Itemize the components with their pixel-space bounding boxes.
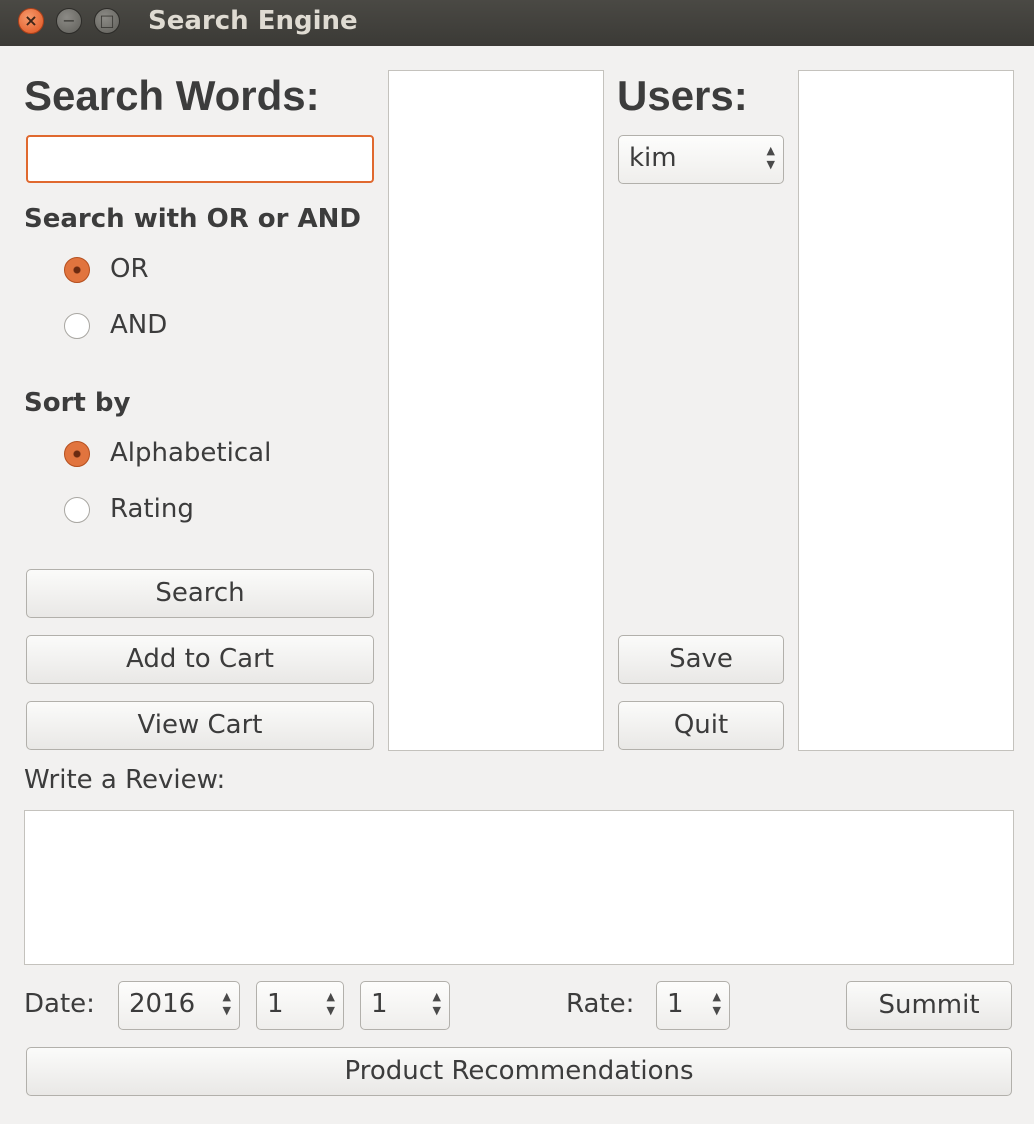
review-label: Write a Review: bbox=[24, 765, 226, 795]
radio-rating[interactable] bbox=[64, 497, 90, 523]
submit-button[interactable]: Summit bbox=[846, 981, 1012, 1030]
rate-value: 1 bbox=[667, 989, 684, 1019]
year-value: 2016 bbox=[129, 989, 196, 1019]
review-textarea[interactable] bbox=[24, 810, 1014, 965]
radio-or[interactable] bbox=[64, 257, 90, 283]
radio-alphabetical[interactable] bbox=[64, 441, 90, 467]
radio-and-label[interactable]: AND bbox=[110, 310, 167, 340]
app-window: × − □ Search Engine Search Words: Search… bbox=[0, 0, 1034, 1124]
results-listbox[interactable] bbox=[388, 70, 604, 751]
day-value: 1 bbox=[371, 989, 388, 1019]
product-recommendations-button[interactable]: Product Recommendations bbox=[26, 1047, 1012, 1096]
search-words-heading: Search Words: bbox=[24, 72, 320, 119]
spin-arrows-icon[interactable]: ▲ ▼ bbox=[433, 990, 441, 1018]
radio-and[interactable] bbox=[64, 313, 90, 339]
day-spinbox[interactable]: 1 ▲ ▼ bbox=[360, 981, 450, 1030]
save-button[interactable]: Save bbox=[618, 635, 784, 684]
sort-by-label: Sort by bbox=[24, 388, 131, 418]
spin-arrows-icon[interactable]: ▲ ▼ bbox=[327, 990, 335, 1018]
radio-rating-label[interactable]: Rating bbox=[110, 494, 194, 524]
users-heading: Users: bbox=[617, 72, 748, 119]
user-selector-value: kim bbox=[629, 143, 677, 173]
rate-spinbox[interactable]: 1 ▲ ▼ bbox=[656, 981, 730, 1030]
search-button[interactable]: Search bbox=[26, 569, 374, 618]
month-value: 1 bbox=[267, 989, 284, 1019]
minimize-icon[interactable]: − bbox=[56, 8, 82, 34]
search-input[interactable] bbox=[26, 135, 374, 183]
add-to-cart-button[interactable]: Add to Cart bbox=[26, 635, 374, 684]
date-label: Date: bbox=[24, 989, 95, 1019]
cart-listbox[interactable] bbox=[798, 70, 1014, 751]
maximize-icon[interactable]: □ bbox=[94, 8, 120, 34]
spin-arrows-icon[interactable]: ▲ ▼ bbox=[713, 990, 721, 1018]
quit-button[interactable]: Quit bbox=[618, 701, 784, 750]
view-cart-button[interactable]: View Cart bbox=[26, 701, 374, 750]
year-spinbox[interactable]: 2016 ▲ ▼ bbox=[118, 981, 240, 1030]
title-bar[interactable]: × − □ Search Engine bbox=[0, 0, 1034, 46]
month-spinbox[interactable]: 1 ▲ ▼ bbox=[256, 981, 344, 1030]
rate-label: Rate: bbox=[566, 989, 635, 1019]
user-selector[interactable]: kim ▲ ▼ bbox=[618, 135, 784, 184]
radio-alphabetical-label[interactable]: Alphabetical bbox=[110, 438, 271, 468]
window-title: Search Engine bbox=[148, 6, 358, 36]
radio-or-label[interactable]: OR bbox=[110, 254, 149, 284]
main-panel: Search Words: Search with OR or AND OR A… bbox=[0, 46, 1034, 1124]
search-mode-label: Search with OR or AND bbox=[24, 204, 361, 234]
close-icon[interactable]: × bbox=[18, 8, 44, 34]
spin-arrows-icon[interactable]: ▲ ▼ bbox=[767, 144, 775, 172]
spin-arrows-icon[interactable]: ▲ ▼ bbox=[223, 990, 231, 1018]
